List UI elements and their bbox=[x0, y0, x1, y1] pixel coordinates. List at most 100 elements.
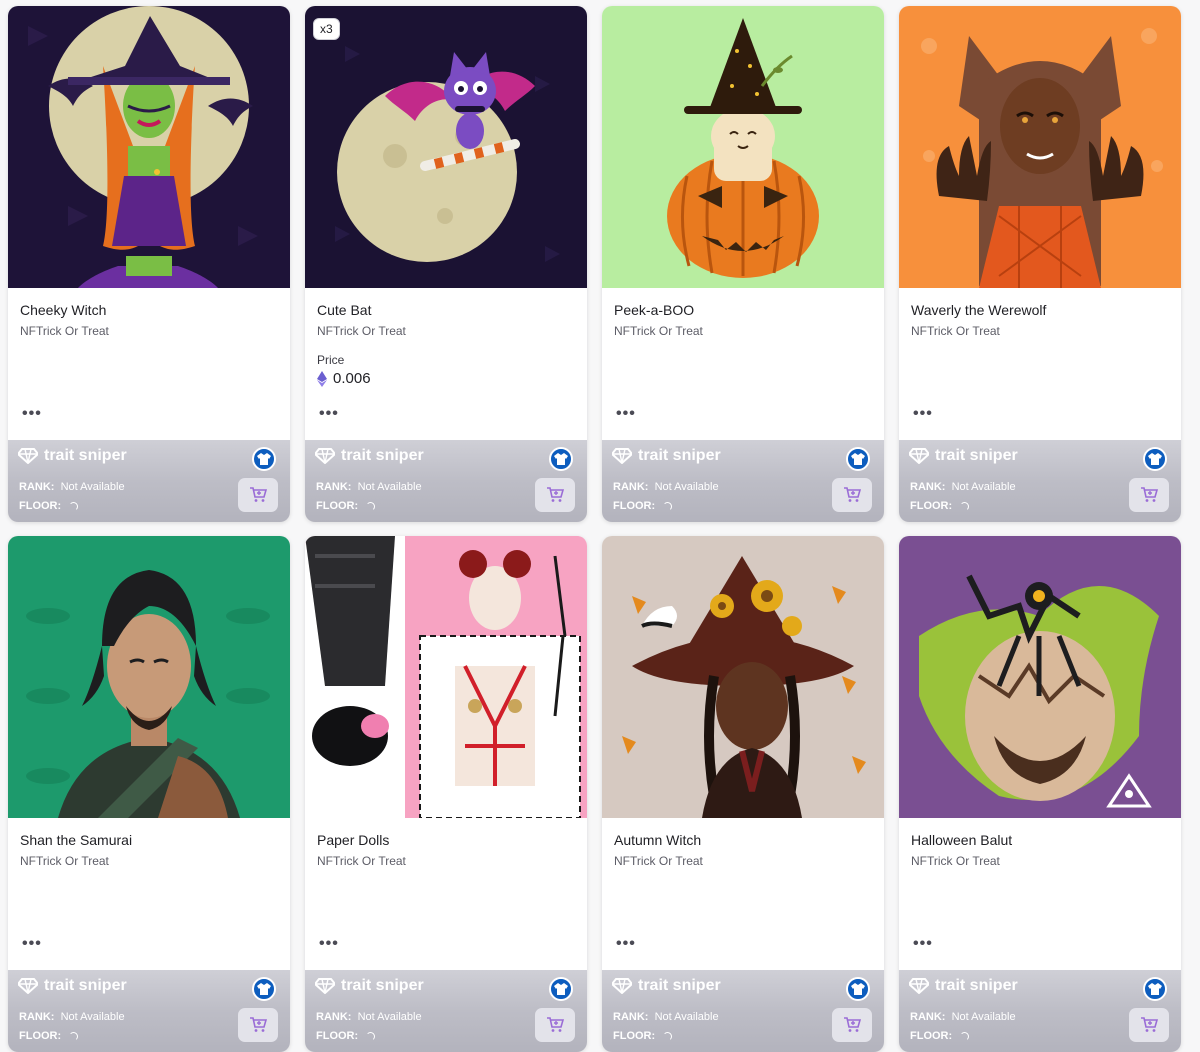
rank-value: Not Available bbox=[60, 1011, 125, 1023]
cart-icon bbox=[250, 1017, 267, 1032]
cart-icon bbox=[547, 487, 564, 502]
cart-icon bbox=[1141, 487, 1158, 502]
nft-title[interactable]: Autumn Witch bbox=[614, 832, 701, 848]
add-to-cart-button[interactable] bbox=[832, 478, 872, 512]
rank-value: Not Available bbox=[951, 481, 1016, 493]
rank-value: Not Available bbox=[60, 481, 125, 493]
nft-card-autumn-witch[interactable]: Autumn Witch NFTrick Or Treat ••• trait … bbox=[602, 536, 884, 1052]
quantity-badge: x3 bbox=[313, 18, 340, 40]
rank-value: Not Available bbox=[654, 1011, 719, 1023]
more-options-icon[interactable]: ••• bbox=[911, 934, 935, 954]
nft-image[interactable]: x3 bbox=[305, 6, 587, 288]
trait-sniper-label: trait sniper bbox=[638, 977, 721, 994]
nft-card-halloween-balut[interactable]: Halloween Balut NFTrick Or Treat ••• tra… bbox=[899, 536, 1181, 1052]
rank-row: RANK: Not Available bbox=[910, 481, 1016, 493]
floor-row: FLOOR: bbox=[910, 500, 970, 512]
collection-name[interactable]: NFTrick Or Treat bbox=[20, 854, 109, 868]
loading-spinner-icon bbox=[69, 501, 79, 511]
diamond-icon bbox=[315, 978, 335, 994]
nft-image[interactable] bbox=[8, 536, 290, 818]
rank-value: Not Available bbox=[951, 1011, 1016, 1023]
more-options-icon[interactable]: ••• bbox=[317, 404, 341, 424]
more-options-icon[interactable]: ••• bbox=[614, 404, 638, 424]
trait-sniper-brand: trait sniper bbox=[909, 447, 1018, 465]
add-to-cart-button[interactable] bbox=[1129, 478, 1169, 512]
collection-name[interactable]: NFTrick Or Treat bbox=[317, 324, 406, 338]
nft-title[interactable]: Peek-a-BOO bbox=[614, 302, 694, 318]
shirt-button[interactable] bbox=[846, 977, 870, 1001]
add-to-cart-button[interactable] bbox=[535, 1008, 575, 1042]
diamond-icon bbox=[909, 978, 929, 994]
collection-name[interactable]: NFTrick Or Treat bbox=[911, 324, 1000, 338]
nft-title[interactable]: Paper Dolls bbox=[317, 832, 389, 848]
floor-label: FLOOR: bbox=[910, 1030, 953, 1042]
nft-card-cheeky-witch[interactable]: Cheeky Witch NFTrick Or Treat ••• trait … bbox=[8, 6, 290, 522]
rank-value: Not Available bbox=[357, 481, 422, 493]
shirt-button[interactable] bbox=[252, 977, 276, 1001]
shirt-button[interactable] bbox=[549, 977, 573, 1001]
rank-label: RANK: bbox=[316, 1011, 352, 1023]
more-options-icon[interactable]: ••• bbox=[614, 934, 638, 954]
collection-name[interactable]: NFTrick Or Treat bbox=[20, 324, 109, 338]
more-options-icon[interactable]: ••• bbox=[20, 404, 44, 424]
more-options-icon[interactable]: ••• bbox=[317, 934, 341, 954]
trait-sniper-brand: trait sniper bbox=[612, 977, 721, 995]
add-to-cart-button[interactable] bbox=[238, 478, 278, 512]
collection-name[interactable]: NFTrick Or Treat bbox=[614, 324, 703, 338]
nft-card-paper-dolls[interactable]: Paper Dolls NFTrick Or Treat ••• trait s… bbox=[305, 536, 587, 1052]
trait-sniper-panel: trait sniper RANK: Not Available FLOOR: bbox=[8, 440, 290, 522]
nft-title[interactable]: Waverly the Werewolf bbox=[911, 302, 1046, 318]
ethereum-icon bbox=[317, 370, 327, 387]
trait-sniper-panel: trait sniper RANK: Not Available FLOOR: bbox=[8, 970, 290, 1052]
more-options-icon[interactable]: ••• bbox=[911, 404, 935, 424]
nft-title[interactable]: Shan the Samurai bbox=[20, 832, 132, 848]
shirt-button[interactable] bbox=[1143, 447, 1167, 471]
trait-sniper-label: trait sniper bbox=[44, 447, 127, 464]
add-to-cart-button[interactable] bbox=[535, 478, 575, 512]
loading-spinner-icon bbox=[960, 501, 970, 511]
diamond-icon bbox=[909, 448, 929, 464]
floor-label: FLOOR: bbox=[316, 1030, 359, 1042]
trait-sniper-panel: trait sniper RANK: Not Available FLOOR: bbox=[602, 970, 884, 1052]
floor-label: FLOOR: bbox=[613, 500, 656, 512]
add-to-cart-button[interactable] bbox=[238, 1008, 278, 1042]
nft-card-peek-a-boo[interactable]: Peek-a-BOO NFTrick Or Treat ••• trait sn… bbox=[602, 6, 884, 522]
shirt-button[interactable] bbox=[252, 447, 276, 471]
diamond-icon bbox=[315, 448, 335, 464]
nft-card-cute-bat[interactable]: x3 Cute Bat NFTrick Or Treat Price 0.006… bbox=[305, 6, 587, 522]
nft-image[interactable] bbox=[899, 6, 1181, 288]
shirt-button[interactable] bbox=[1143, 977, 1167, 1001]
nft-image[interactable] bbox=[602, 536, 884, 818]
trait-sniper-panel: trait sniper RANK: Not Available FLOOR: bbox=[899, 440, 1181, 522]
floor-row: FLOOR: bbox=[613, 1030, 673, 1042]
rank-value: Not Available bbox=[654, 481, 719, 493]
trait-sniper-label: trait sniper bbox=[341, 977, 424, 994]
rank-row: RANK: Not Available bbox=[910, 1011, 1016, 1023]
nft-card-waverly-the-werewolf[interactable]: Waverly the Werewolf NFTrick Or Treat ••… bbox=[899, 6, 1181, 522]
rank-label: RANK: bbox=[613, 481, 649, 493]
nft-title[interactable]: Halloween Balut bbox=[911, 832, 1012, 848]
shirt-button[interactable] bbox=[549, 447, 573, 471]
nft-image[interactable] bbox=[305, 536, 587, 818]
shirt-button[interactable] bbox=[846, 447, 870, 471]
nft-image[interactable] bbox=[8, 6, 290, 288]
shirt-icon bbox=[554, 453, 568, 465]
nft-image[interactable] bbox=[602, 6, 884, 288]
trait-sniper-label: trait sniper bbox=[44, 977, 127, 994]
cart-icon bbox=[250, 487, 267, 502]
add-to-cart-button[interactable] bbox=[832, 1008, 872, 1042]
nft-image[interactable] bbox=[899, 536, 1181, 818]
nft-card-shan-the-samurai[interactable]: Shan the Samurai NFTrick Or Treat ••• tr… bbox=[8, 536, 290, 1052]
cart-icon bbox=[1141, 1017, 1158, 1032]
add-to-cart-button[interactable] bbox=[1129, 1008, 1169, 1042]
diamond-icon bbox=[18, 448, 38, 464]
floor-row: FLOOR: bbox=[19, 1030, 79, 1042]
more-options-icon[interactable]: ••• bbox=[20, 934, 44, 954]
collection-name[interactable]: NFTrick Or Treat bbox=[614, 854, 703, 868]
collection-name[interactable]: NFTrick Or Treat bbox=[911, 854, 1000, 868]
nft-title[interactable]: Cute Bat bbox=[317, 302, 371, 318]
rank-row: RANK: Not Available bbox=[316, 1011, 422, 1023]
collection-name[interactable]: NFTrick Or Treat bbox=[317, 854, 406, 868]
nft-title[interactable]: Cheeky Witch bbox=[20, 302, 106, 318]
trait-sniper-brand: trait sniper bbox=[612, 447, 721, 465]
